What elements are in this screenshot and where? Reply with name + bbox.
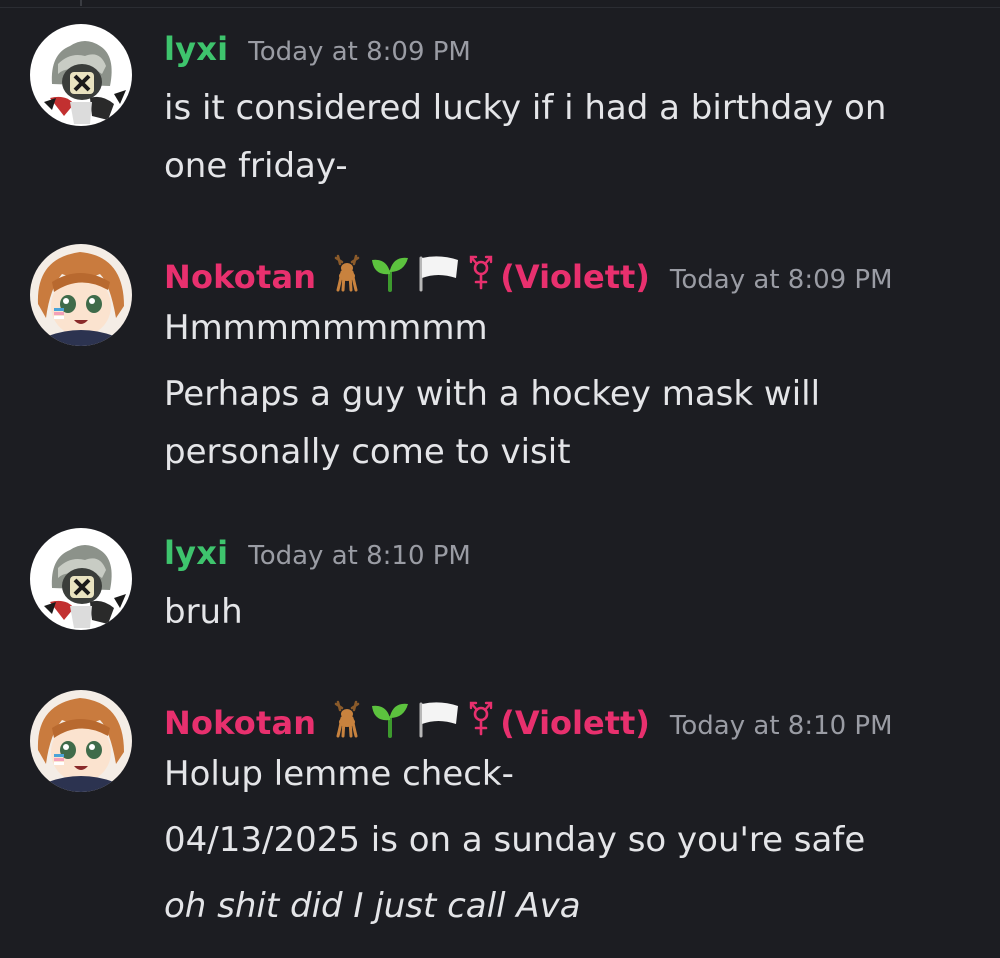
message-text: personally come to visit — [164, 432, 571, 472]
timestamp[interactable]: Today at 8:09 PM — [248, 37, 471, 67]
message-text: Perhaps a guy with a hockey mask will — [164, 374, 821, 414]
timestamp[interactable]: Today at 8:10 PM — [670, 711, 893, 741]
message-text: is it considered lucky if i had a birthd… — [164, 88, 887, 128]
message-text: one friday- — [164, 146, 348, 186]
avatar[interactable] — [30, 528, 132, 630]
channel-top-divider — [0, 0, 1000, 8]
white-flag-icon — [416, 254, 462, 292]
white-flag-icon — [416, 700, 462, 738]
message-text: bruh — [164, 592, 243, 632]
role-badges — [330, 700, 494, 738]
username[interactable]: Nokotan — [164, 704, 316, 742]
role-badges — [330, 254, 494, 292]
transgender-symbol-icon — [468, 700, 494, 738]
username[interactable]: lyxi — [164, 534, 228, 572]
deer-icon — [330, 254, 364, 292]
avatar[interactable] — [30, 690, 132, 792]
username[interactable]: Nokotan — [164, 258, 316, 296]
message-text: 04/13/2025 is on a sunday so you're safe — [164, 820, 866, 860]
seedling-icon — [370, 254, 410, 292]
nickname-suffix[interactable]: (Violett) — [500, 704, 650, 742]
timestamp[interactable]: Today at 8:09 PM — [670, 265, 893, 295]
deer-icon — [330, 700, 364, 738]
message-text: oh shit did I just call Ava — [164, 886, 581, 926]
message-header: lyxi Today at 8:10 PM — [164, 534, 471, 572]
avatar[interactable] — [30, 244, 132, 346]
message-header: lyxi Today at 8:09 PM — [164, 30, 471, 68]
username[interactable]: lyxi — [164, 30, 228, 68]
nickname-suffix[interactable]: (Violett) — [500, 258, 650, 296]
avatar[interactable] — [30, 24, 132, 126]
timestamp[interactable]: Today at 8:10 PM — [248, 541, 471, 571]
message-text: Hmmmmmmmmm — [164, 308, 488, 348]
seedling-icon — [370, 700, 410, 738]
message-header: Nokotan — [164, 696, 893, 742]
transgender-symbol-icon — [468, 254, 494, 292]
message-header: Nokotan — [164, 250, 893, 296]
message-text: Holup lemme check- — [164, 754, 514, 794]
